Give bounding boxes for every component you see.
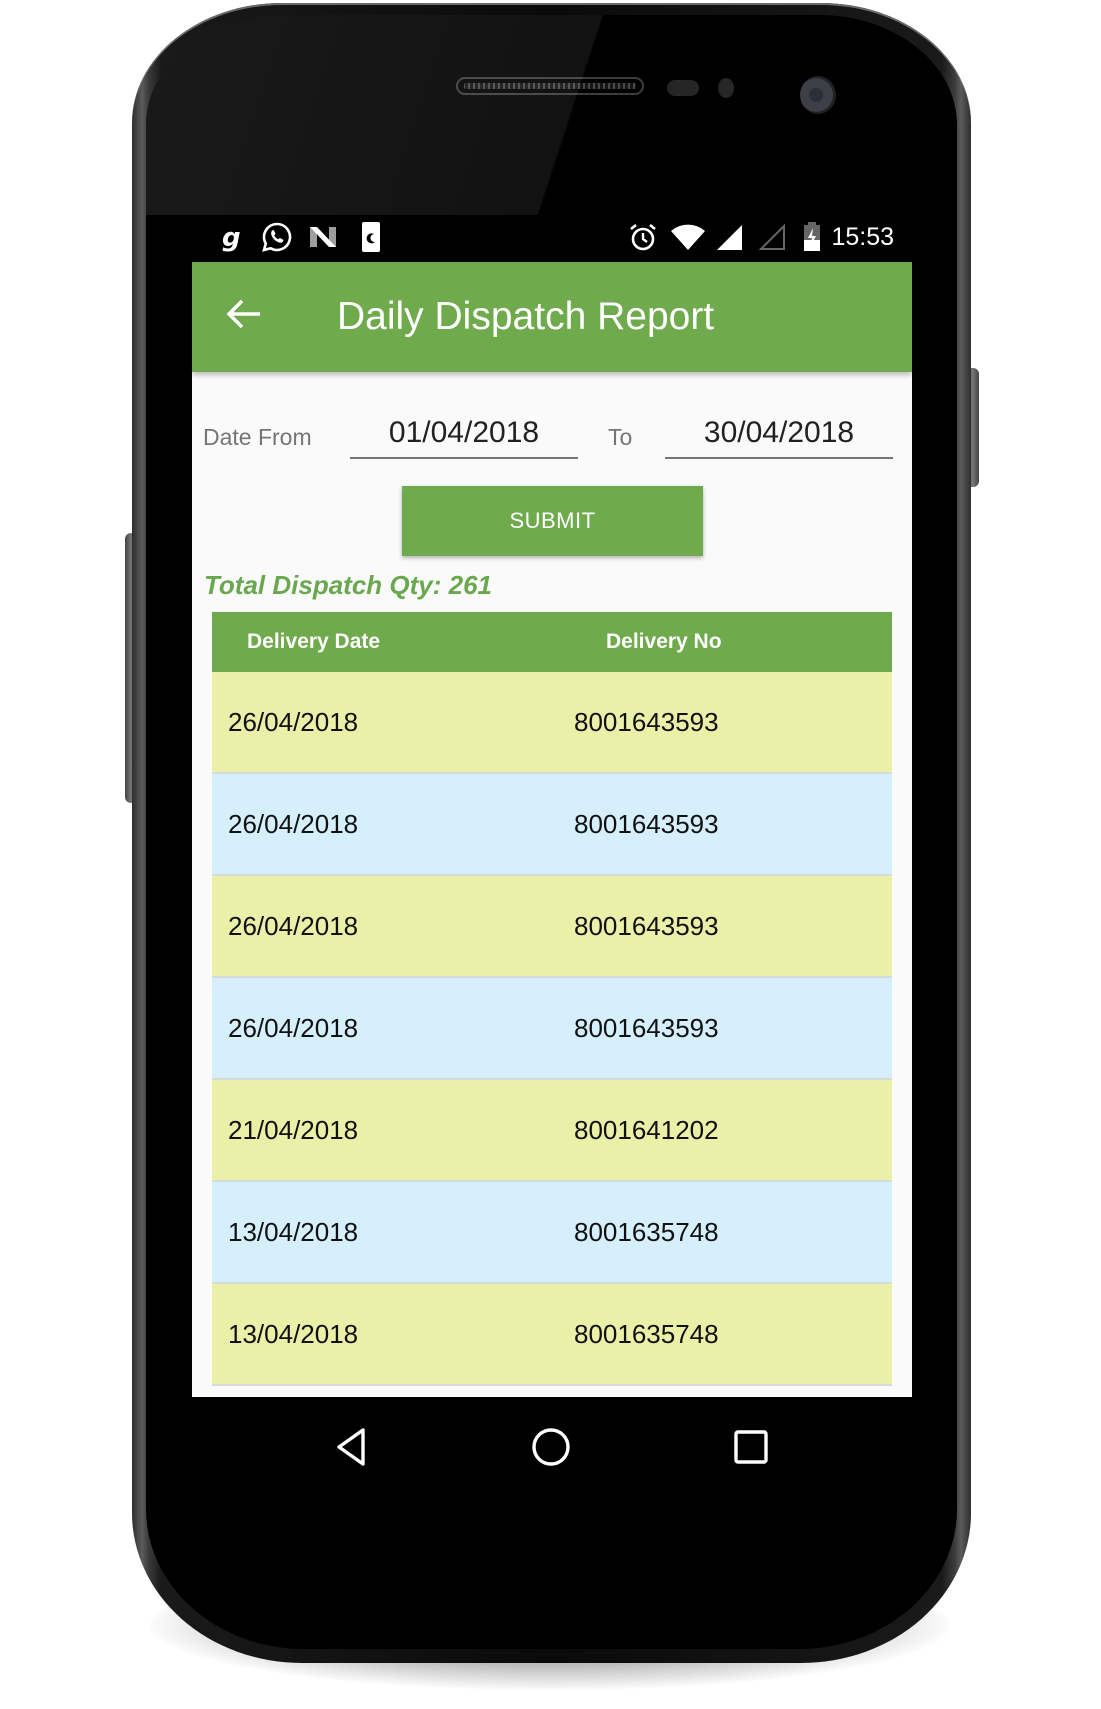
signal-full-icon bbox=[714, 221, 744, 253]
cell-delivery-date: 26/04/2018 bbox=[228, 707, 359, 737]
cell-delivery-date: 26/04/2018 bbox=[228, 1013, 359, 1043]
submit-button[interactable]: SUBMIT bbox=[402, 486, 703, 556]
nav-recents-button[interactable] bbox=[729, 1425, 773, 1469]
back-triangle-icon bbox=[337, 1428, 365, 1466]
status-time: 15:53 bbox=[831, 223, 894, 251]
home-circle-icon bbox=[532, 1428, 570, 1466]
table-row[interactable]: 26/04/2018 8001643593 bbox=[212, 876, 892, 978]
whatsapp-icon bbox=[260, 221, 294, 253]
table-row[interactable]: 26/04/2018 8001643593 bbox=[212, 978, 892, 1080]
cell-delivery-no: 8001643593 bbox=[574, 911, 719, 941]
date-from-input[interactable]: 01/04/2018 bbox=[350, 413, 578, 459]
cell-delivery-date: 13/04/2018 bbox=[228, 1217, 359, 1247]
dispatch-table: Delivery Date Delivery No 26/04/2018 8001… bbox=[212, 612, 892, 1386]
cell-delivery-no: 8001635748 bbox=[574, 1319, 719, 1349]
front-camera bbox=[800, 76, 836, 114]
cell-delivery-no: 8001643593 bbox=[574, 809, 719, 839]
header-delivery-date: Delivery Date bbox=[247, 630, 381, 653]
cell-delivery-date: 13/04/2018 bbox=[228, 1319, 359, 1349]
nav-home-button[interactable] bbox=[529, 1425, 573, 1469]
cell-delivery-date: 21/04/2018 bbox=[228, 1115, 359, 1145]
date-to-input[interactable]: 30/04/2018 bbox=[665, 413, 893, 459]
device-screen: g 15:53 Daily Dispatch Report Date From … bbox=[192, 212, 912, 1493]
g-app-icon: g bbox=[218, 221, 244, 253]
table-row[interactable]: 13/04/2018 8001635748 bbox=[212, 1284, 892, 1386]
back-button[interactable] bbox=[226, 298, 270, 338]
cell-delivery-no: 8001641202 bbox=[574, 1115, 719, 1145]
app-bar: Daily Dispatch Report bbox=[192, 262, 912, 372]
n-app-icon bbox=[308, 221, 338, 253]
cell-delivery-date: 26/04/2018 bbox=[228, 809, 359, 839]
light-sensor bbox=[718, 78, 734, 98]
battery-charging-icon bbox=[802, 221, 822, 253]
table-body: 26/04/2018 8001643593 26/04/2018 8001643593… bbox=[212, 672, 892, 1386]
nav-back-button[interactable] bbox=[330, 1425, 374, 1469]
cell-delivery-no: 8001643593 bbox=[574, 1013, 719, 1043]
proximity-sensor bbox=[667, 80, 699, 96]
recents-square-icon bbox=[734, 1430, 768, 1464]
total-dispatch-qty: Total Dispatch Qty: 261 bbox=[204, 570, 492, 600]
cell-delivery-date: 26/04/2018 bbox=[228, 911, 359, 941]
wifi-icon bbox=[670, 221, 706, 253]
arrow-left-icon bbox=[226, 299, 260, 329]
table-row[interactable]: 26/04/2018 8001643593 bbox=[212, 672, 892, 774]
table-row[interactable]: 26/04/2018 8001643593 bbox=[212, 774, 892, 876]
table-header: Delivery Date Delivery No bbox=[212, 612, 892, 672]
status-bar: g 15:53 bbox=[192, 212, 912, 262]
page-title: Daily Dispatch Report bbox=[337, 295, 715, 338]
table-row[interactable]: 13/04/2018 8001635748 bbox=[212, 1182, 892, 1284]
header-delivery-no: Delivery No bbox=[606, 630, 722, 653]
date-from-label: Date From bbox=[203, 424, 312, 450]
navigation-bar bbox=[192, 1397, 912, 1493]
cell-delivery-no: 8001643593 bbox=[574, 707, 719, 737]
do-not-disturb-card-icon bbox=[360, 221, 382, 253]
table-row[interactable]: 21/04/2018 8001641202 bbox=[212, 1080, 892, 1182]
alarm-icon bbox=[628, 221, 658, 253]
cell-delivery-no: 8001635748 bbox=[574, 1217, 719, 1247]
svg-text:g: g bbox=[222, 223, 241, 252]
date-to-label: To bbox=[608, 424, 633, 450]
earpiece-speaker bbox=[456, 77, 644, 95]
signal-empty-icon bbox=[757, 221, 787, 253]
